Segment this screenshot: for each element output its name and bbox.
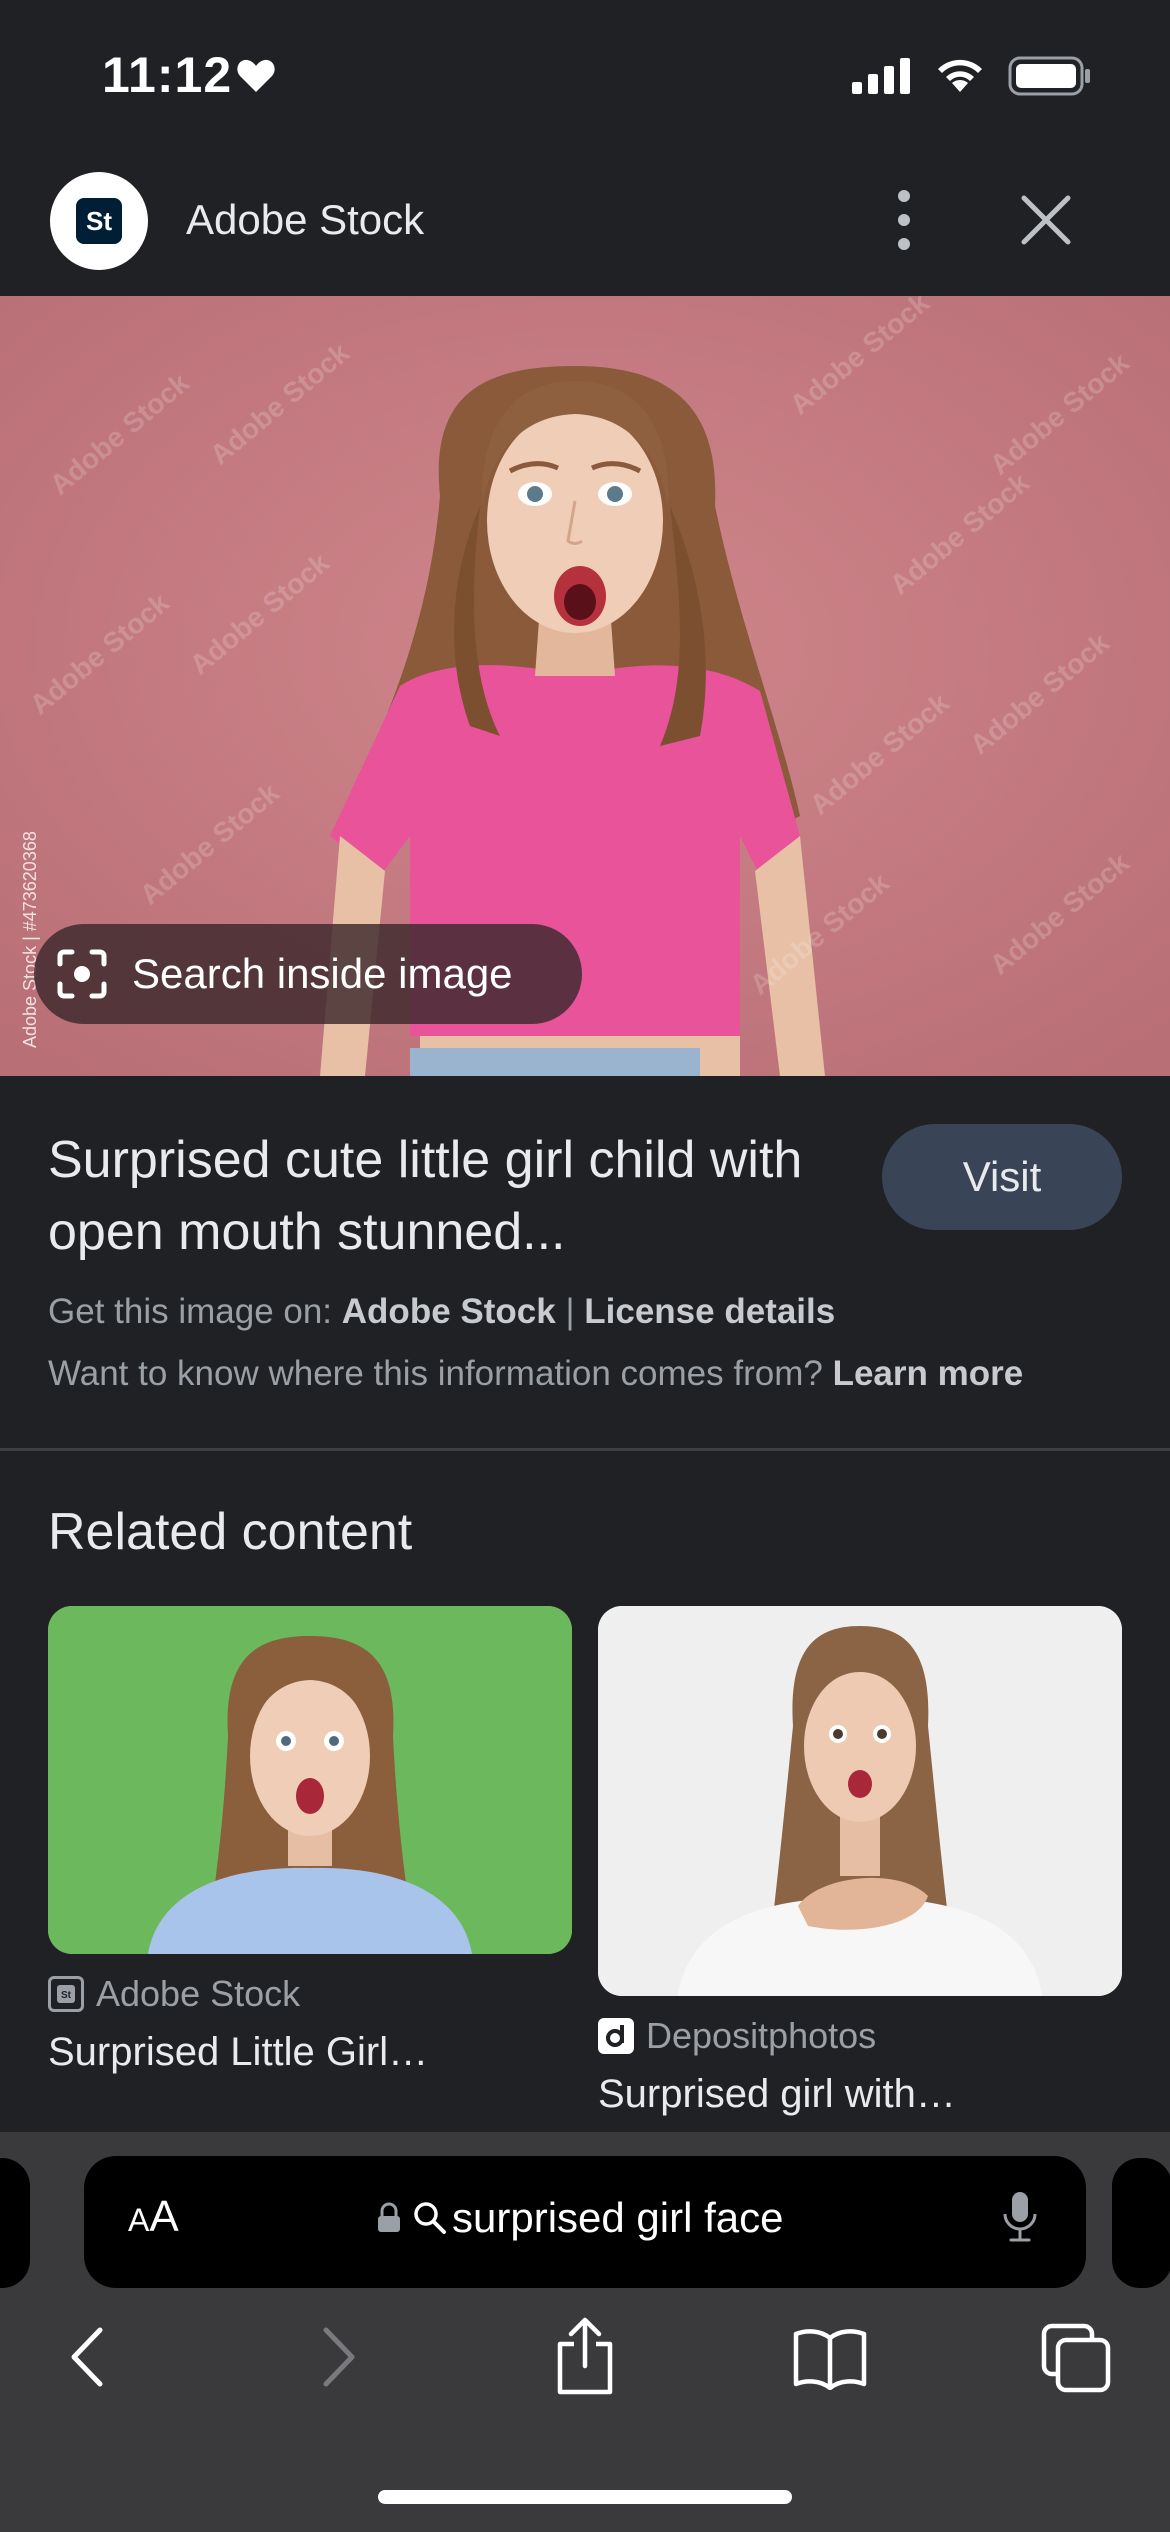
- favicon-text: St: [61, 1990, 72, 2001]
- visit-button[interactable]: Visit: [882, 1124, 1122, 1230]
- search-inside-image-button[interactable]: Search inside image: [34, 924, 582, 1024]
- previous-tab-preview[interactable]: [0, 2158, 30, 2288]
- source-link[interactable]: Adobe Stock: [342, 1292, 556, 1331]
- related-source-name: Depositphotos: [646, 2015, 877, 2056]
- aa-big: A: [149, 2192, 179, 2241]
- home-indicator[interactable]: [378, 2490, 792, 2504]
- lock-icon: [378, 2202, 400, 2232]
- battery-icon: [1008, 56, 1090, 96]
- search-inside-label: Search inside image: [132, 950, 513, 997]
- result-header: St Adobe Stock: [0, 160, 1170, 296]
- bookmarks-icon[interactable]: [792, 2326, 868, 2390]
- forward-icon[interactable]: [314, 2322, 364, 2392]
- license-details-link[interactable]: License details: [584, 1292, 835, 1331]
- adobe-stock-logo[interactable]: St: [50, 172, 148, 270]
- info-text: Want to know where this information come…: [48, 1354, 823, 1393]
- search-icon: [414, 2202, 446, 2234]
- search-query[interactable]: surprised girl face: [452, 2194, 783, 2242]
- related-title[interactable]: Surprised girl with…: [598, 2072, 1122, 2117]
- microphone-icon[interactable]: [1000, 2188, 1040, 2248]
- aa-small: A: [128, 2202, 150, 2238]
- learn-more-link[interactable]: Learn more: [833, 1354, 1024, 1393]
- result-title[interactable]: Surprised cute little girl child with op…: [48, 1124, 848, 1268]
- google-lens-icon: [57, 949, 107, 999]
- back-icon[interactable]: [62, 2322, 112, 2392]
- next-tab-preview[interactable]: [1112, 2158, 1170, 2288]
- related-title[interactable]: Surprised Little Girl…: [48, 2030, 572, 2075]
- girl-white-photo: [598, 1606, 1122, 1996]
- source-prefix: Get this image on:: [48, 1292, 333, 1331]
- more-vert-icon[interactable]: [876, 182, 932, 258]
- source-separator: |: [565, 1292, 575, 1331]
- address-bar[interactable]: AA surprised girl face: [84, 2156, 1086, 2288]
- divider: [0, 1448, 1170, 1451]
- status-time: 11:12: [102, 47, 233, 103]
- wifi-icon: [938, 59, 982, 92]
- page-settings-button[interactable]: AA: [128, 2192, 179, 2242]
- related-source-name: Adobe Stock: [96, 1973, 301, 2014]
- share-icon[interactable]: [552, 2316, 618, 2396]
- depositphotos-favicon: [598, 2018, 634, 2054]
- info-line: Want to know where this information come…: [48, 1354, 1023, 1394]
- tabs-icon[interactable]: [1040, 2322, 1112, 2394]
- girl-green-photo: [48, 1606, 572, 1954]
- related-card[interactable]: St Adobe Stock Surprised Little Girl…: [48, 1606, 572, 2075]
- related-card[interactable]: Depositphotos Surprised girl with…: [598, 1606, 1122, 2117]
- logo-text: St: [76, 198, 122, 244]
- related-thumbnail[interactable]: [598, 1606, 1122, 1996]
- signal-icon: [852, 58, 910, 94]
- related-thumbnail[interactable]: [48, 1606, 572, 1954]
- image-credit: Adobe Stock | #473620368: [20, 831, 40, 1048]
- adobe-stock-favicon: St: [48, 1976, 84, 2012]
- site-name[interactable]: Adobe Stock: [186, 196, 424, 244]
- status-bar: 11:12: [0, 0, 1170, 160]
- close-icon[interactable]: [1014, 188, 1078, 252]
- related-source: Depositphotos: [598, 2008, 1122, 2064]
- related-source: St Adobe Stock: [48, 1966, 572, 2022]
- related-content-heading: Related content: [48, 1503, 413, 1561]
- source-line: Get this image on: Adobe Stock | License…: [48, 1292, 835, 1332]
- heart-icon: [237, 59, 275, 92]
